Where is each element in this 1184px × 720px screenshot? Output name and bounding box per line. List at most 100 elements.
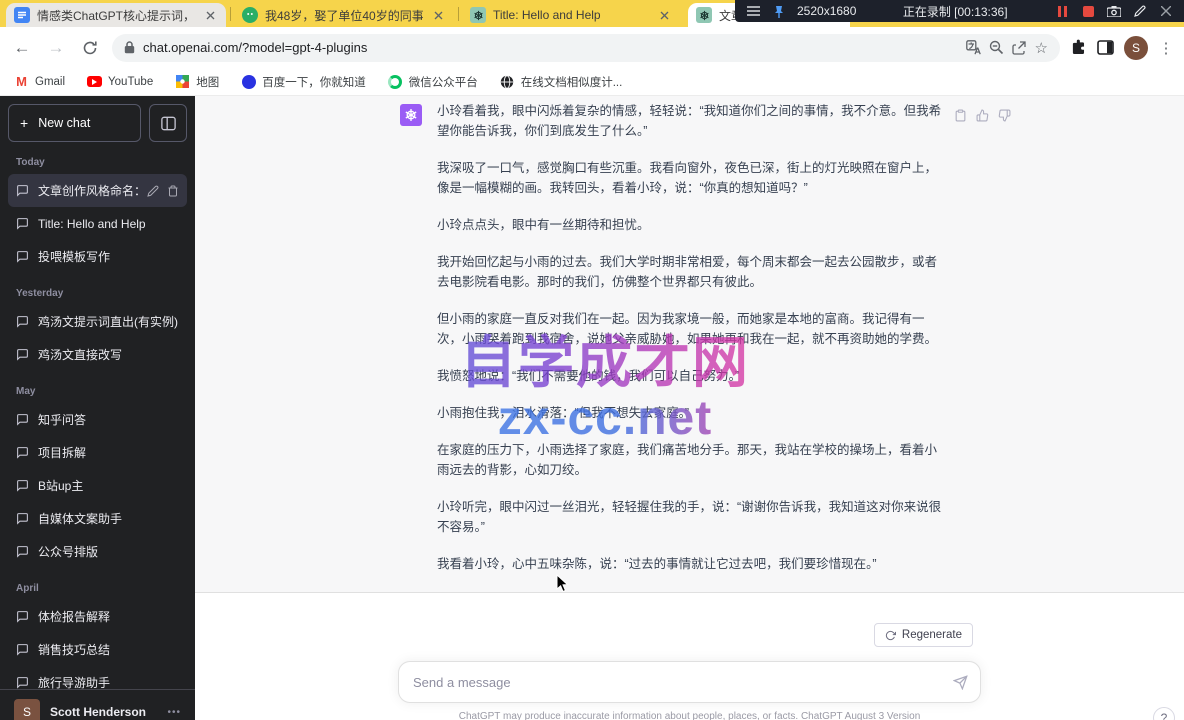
chat-bubble-icon: [16, 643, 29, 656]
menu-icon[interactable]: [745, 3, 761, 19]
send-icon[interactable]: [953, 675, 968, 690]
new-chat-button[interactable]: + New chat: [8, 104, 141, 142]
chat-bubble-icon: [16, 512, 29, 525]
map-pin-icon: [175, 74, 190, 89]
message-input[interactable]: [398, 661, 981, 703]
bookmark-gmail[interactable]: M Gmail: [14, 74, 65, 89]
url-text[interactable]: chat.openai.com/?model=gpt-4-plugins: [143, 40, 958, 55]
paragraph: 我开始回忆起与小雨的过去。我们大学时期非常相爱，每个周末都会一起去公园散步，或者…: [437, 252, 942, 292]
sidebar-item-active[interactable]: 文章创作风格命名：风: [8, 174, 187, 207]
chat-bubble-icon: [16, 479, 29, 492]
back-icon[interactable]: ←: [10, 38, 34, 58]
globe-icon: [500, 74, 515, 89]
paragraph: 我深吸了一口气，感觉胸口有些沉重。我看向窗外，夜色已深，街上的灯光映照在窗户上，…: [437, 158, 942, 198]
chat-bubble-icon: [16, 250, 29, 263]
tab-separator: [458, 7, 459, 21]
chat-bubble-icon: [16, 413, 29, 426]
document-icon: [14, 7, 30, 23]
user-menu-icon[interactable]: •••: [167, 707, 181, 718]
stop-icon[interactable]: [1080, 3, 1096, 19]
paragraph: 小玲看着我，眼中闪烁着复杂的情感，轻轻说：“我知道你们之间的事情，我不介意。但我…: [437, 101, 942, 141]
bookmarks-bar: M Gmail YouTube 地图 百度一下，你就知道 微信公众平台 在线文档…: [0, 68, 1184, 96]
address-bar[interactable]: chat.openai.com/?model=gpt-4-plugins ☆: [112, 34, 1060, 62]
sidebar-item[interactable]: 体检报告解释: [8, 600, 187, 633]
sidebar-item[interactable]: Title: Hello and Help: [8, 207, 187, 240]
bookmark-maps[interactable]: 地图: [175, 74, 219, 90]
browser-menu-icon[interactable]: ⋮: [1158, 39, 1174, 57]
bookmark-youtube[interactable]: YouTube: [87, 74, 153, 89]
tab-prompt-doc[interactable]: 情感类ChatGPT核心提示词，快: [6, 3, 226, 27]
message-actions: [954, 109, 1011, 123]
chat-bubble-icon: [16, 315, 29, 328]
close-tab-icon[interactable]: [202, 7, 218, 23]
bookmark-baidu[interactable]: 百度一下，你就知道: [241, 74, 366, 90]
sidebar-user-row[interactable]: S Scott Henderson •••: [0, 689, 195, 720]
paragraph: 小雨抱住我，泪水滑落：“但我不想失去家庭。”: [437, 403, 942, 423]
bookmark-star-icon[interactable]: ☆: [1035, 39, 1048, 57]
delete-icon[interactable]: [167, 185, 179, 197]
paragraph: 小玲点点头，眼中有一丝期待和担忧。: [437, 215, 942, 235]
close-tab-icon[interactable]: [430, 7, 446, 23]
thumbs-up-icon[interactable]: [976, 109, 989, 123]
sidebar-item[interactable]: 知乎问答: [8, 403, 187, 436]
forward-icon[interactable]: →: [44, 38, 68, 58]
openai-icon: [470, 7, 486, 23]
paragraph: 我看着小玲，心中五味杂陈，说：“过去的事情就让它过去吧，我们要珍惜现在。”: [437, 554, 942, 574]
pencil-icon[interactable]: [1132, 3, 1148, 19]
chat-bubble-icon: [16, 446, 29, 459]
bookmark-doc-similarity[interactable]: 在线文档相似度计...: [500, 74, 623, 90]
share-icon[interactable]: [1012, 40, 1027, 55]
sidebar-item[interactable]: 项目拆解: [8, 436, 187, 469]
translate-icon[interactable]: [966, 40, 981, 55]
tab-title: Title: Hello and Help: [493, 8, 649, 22]
paragraph: 但小雨的家庭一直反对我们在一起。因为我家境一般，而她家是本地的富商。我记得有一次…: [437, 309, 942, 349]
camera-icon[interactable]: [1106, 3, 1122, 19]
tab-strip: 情感类ChatGPT核心提示词，快 我48岁，娶了单位40岁的同事， Title…: [0, 0, 1184, 27]
baidu-paw-icon: [241, 74, 256, 89]
wechat-icon: [242, 7, 258, 23]
recording-toolbar: 2520x1680 正在录制 [00:13:36]: [735, 0, 1184, 22]
reload-icon[interactable]: [78, 40, 102, 56]
section-label-may: May: [8, 382, 187, 403]
regenerate-button[interactable]: Regenerate: [874, 623, 973, 647]
sidebar-item[interactable]: 自媒体文案助手: [8, 502, 187, 535]
pin-icon[interactable]: [771, 3, 787, 19]
copy-icon[interactable]: [954, 109, 967, 123]
plus-icon: +: [20, 115, 28, 131]
tab-wechat-article[interactable]: 我48岁，娶了单位40岁的同事，: [234, 3, 454, 27]
close-overlay-icon[interactable]: [1158, 3, 1174, 19]
paragraph: 我愤怒地说：“我们不需要他的钱，我们可以自己努力。”: [437, 366, 942, 386]
bookmark-wechat-platform[interactable]: 微信公众平台: [388, 74, 478, 90]
sidebar-item[interactable]: B站up主: [8, 469, 187, 502]
edit-icon[interactable]: [147, 185, 159, 197]
recording-status: 正在录制 [00:13:36]: [903, 3, 1008, 20]
pause-icon[interactable]: [1054, 3, 1070, 19]
assistant-message-text: 小玲看着我，眼中闪烁着复杂的情感，轻轻说：“我知道你们之间的事情，我不介意。但我…: [437, 101, 942, 591]
lock-icon: [124, 41, 135, 54]
assistant-message: 小玲看着我，眼中闪烁着复杂的情感，轻轻说：“我知道你们之间的事情，我不介意。但我…: [400, 96, 1020, 591]
chat-bubble-icon: [16, 610, 29, 623]
chat-bubble-icon: [16, 676, 29, 689]
section-label-yesterday: Yesterday: [8, 284, 187, 305]
sidebar-item[interactable]: 公众号排版: [8, 535, 187, 568]
help-button[interactable]: ?: [1153, 707, 1175, 720]
chat-composer-area: Regenerate ChatGPT may produce inaccurat…: [195, 593, 1184, 719]
zoom-out-icon[interactable]: [989, 40, 1004, 55]
tab-separator: [230, 7, 231, 21]
extensions-icon[interactable]: [1070, 39, 1087, 56]
paragraph: 小玲听完，眼中闪过一丝泪光，轻轻握住我的手，说：“谢谢你告诉我，我知道这对你来说…: [437, 497, 942, 537]
sidebar-item[interactable]: 鸡汤文提示词直出(有实例): [8, 305, 187, 338]
section-label-today: Today: [8, 153, 187, 174]
user-name: Scott Henderson: [50, 705, 157, 719]
thumbs-down-icon[interactable]: [998, 109, 1011, 123]
sidebar-item[interactable]: 投喂模板写作: [8, 240, 187, 273]
tab-hello-and-help[interactable]: Title: Hello and Help: [462, 3, 680, 27]
sidebar-item[interactable]: 鸡汤文直接改写: [8, 338, 187, 371]
recording-resolution: 2520x1680: [797, 4, 856, 18]
browser-profile-avatar[interactable]: S: [1124, 36, 1148, 60]
collapse-sidebar-button[interactable]: [149, 104, 187, 142]
chat-bubble-icon: [16, 217, 29, 230]
sidebar-item[interactable]: 销售技巧总结: [8, 633, 187, 666]
close-tab-icon[interactable]: [656, 7, 672, 23]
side-panel-icon[interactable]: [1097, 39, 1114, 56]
